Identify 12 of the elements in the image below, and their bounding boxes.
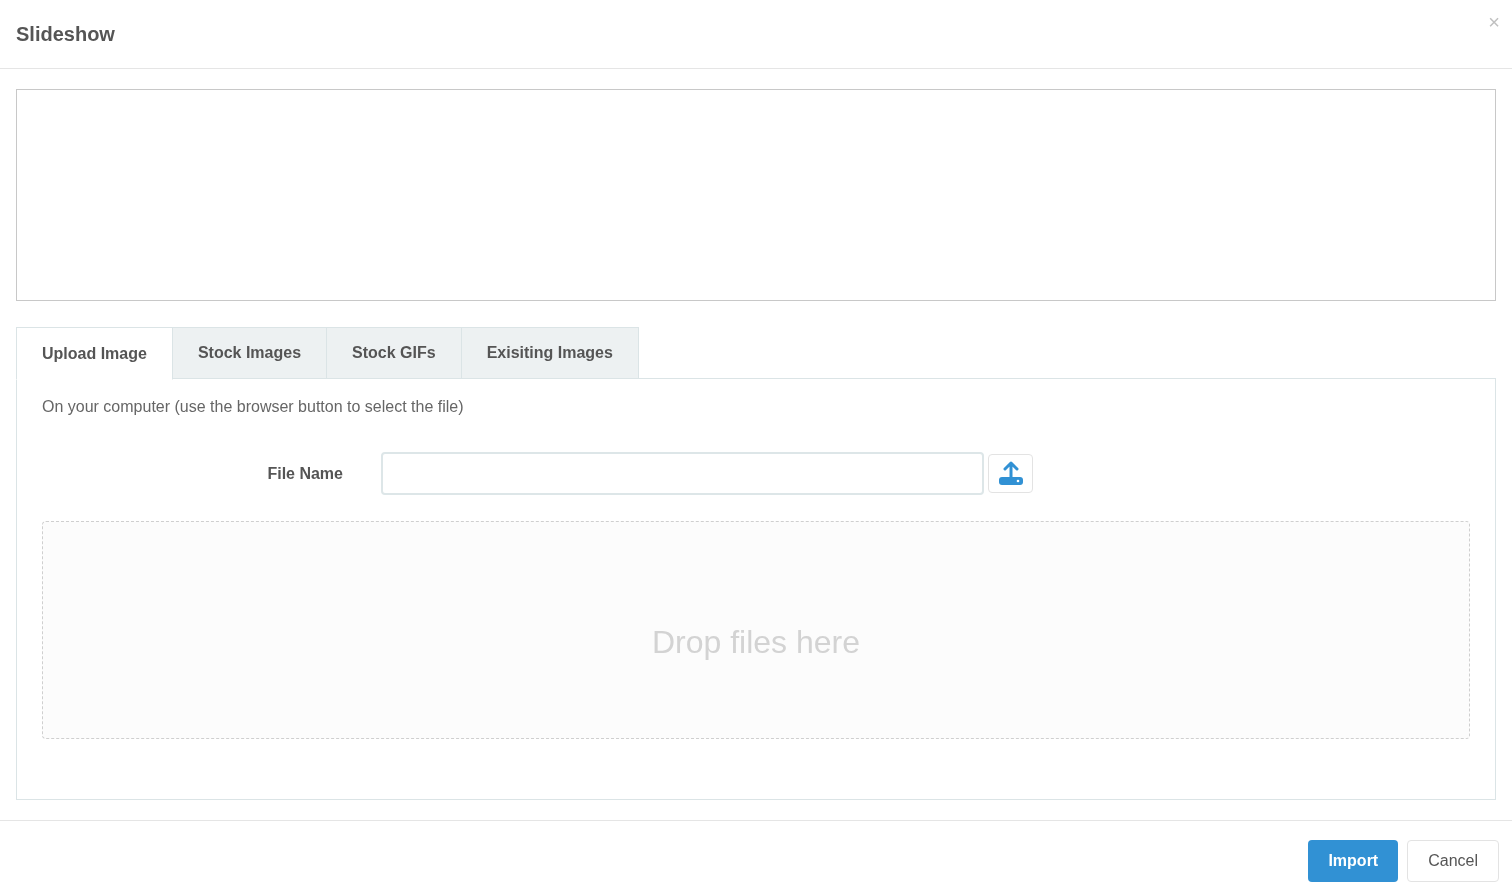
- dialog-title: Slideshow: [16, 22, 115, 47]
- tab[interactable]: Stock Images: [171, 327, 328, 379]
- upload-button[interactable]: [988, 454, 1033, 493]
- import-button[interactable]: Import: [1308, 840, 1399, 882]
- file-name-field[interactable]: [381, 452, 984, 495]
- tab[interactable]: Stock GIFs: [326, 327, 462, 379]
- upload-icon: [997, 460, 1024, 487]
- tab[interactable]: Exisiting Images: [460, 327, 639, 379]
- cancel-button[interactable]: Cancel: [1407, 840, 1499, 882]
- file-name-label: File Name: [266, 463, 344, 484]
- description-text: On your computer (use the browser button to select the file): [42, 397, 465, 417]
- tab[interactable]: Upload Image: [16, 327, 173, 380]
